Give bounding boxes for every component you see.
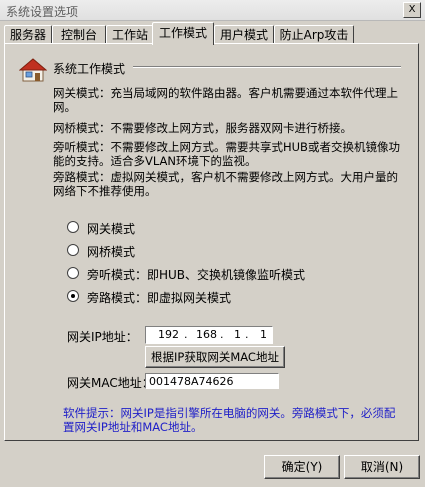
ip-dot: .	[184, 328, 188, 341]
radio-label: 旁路模式：即虚拟网关模式	[87, 291, 232, 305]
radio-button[interactable]	[67, 221, 79, 233]
work-mode-panel: 系统工作模式 网关模式：充当局域网的软件路由器。客户机需要通过本软件代理上网。 …	[4, 43, 419, 441]
desc-bypass-mode: 旁路模式：虚拟网关模式，客户机不需要修改上网方式。大用户量的网络下不推荐使用。	[53, 170, 398, 198]
tab-console[interactable]: 控制台	[52, 25, 106, 44]
section-divider	[133, 66, 401, 68]
ip-octet-1: 192	[158, 328, 179, 341]
radio-button-checked[interactable]	[67, 290, 79, 302]
title-bar: 系统设置选项 X	[0, 0, 425, 21]
window-title: 系统设置选项	[6, 5, 79, 19]
tab-user-mode[interactable]: 用户模式	[214, 25, 274, 44]
ip-octet-4: 1	[260, 328, 267, 341]
cancel-button[interactable]: 取消(N)	[344, 455, 420, 479]
radio-button[interactable]	[67, 244, 79, 256]
ip-dot: .	[245, 328, 249, 341]
radio-label: 网桥模式	[87, 245, 136, 259]
tab-server[interactable]: 服务器	[4, 25, 52, 44]
section-title: 系统工作模式	[53, 62, 126, 76]
ip-dot: .	[220, 328, 224, 341]
gateway-ip-input[interactable]: 192 . 168 . 1 . 1	[145, 326, 273, 344]
software-tip: 软件提示：网关IP是指引擎所在电脑的网关。旁路模式下，必须配置网关IP地址和MA…	[63, 406, 396, 434]
gateway-mac-label: 网关MAC地址：	[67, 376, 154, 390]
gateway-mac-input[interactable]: 001478A74626	[145, 373, 279, 389]
gateway-ip-label: 网关IP地址：	[67, 330, 138, 344]
radio-label: 网关模式	[87, 222, 136, 236]
close-button[interactable]: X	[403, 2, 421, 18]
ok-button[interactable]: 确定(Y)	[264, 455, 340, 479]
tab-work-mode[interactable]: 工作模式	[152, 22, 214, 45]
desc-gateway-mode: 网关模式：充当局域网的软件路由器。客户机需要通过本软件代理上网。	[53, 86, 398, 114]
radio-label: 旁听模式：即HUB、交换机镜像监听模式	[87, 268, 306, 282]
tab-anti-arp[interactable]: 防止Arp攻击	[274, 25, 354, 44]
ip-octet-3: 1	[234, 328, 241, 341]
desc-listen-mode: 旁听模式：不需要修改上网方式。需要共享式HUB或者交换机镜像功能的支持。适合多V…	[53, 140, 400, 168]
ip-octet-2: 168	[196, 328, 217, 341]
house-icon	[19, 58, 47, 82]
desc-bridge-mode: 网桥模式：不需要修改上网方式，服务器双网卡进行桥接。	[53, 121, 352, 135]
radio-button[interactable]	[67, 267, 79, 279]
get-gateway-mac-button[interactable]: 根据IP获取网关MAC地址	[145, 346, 285, 368]
tab-workstation[interactable]: 工作站	[106, 25, 154, 44]
